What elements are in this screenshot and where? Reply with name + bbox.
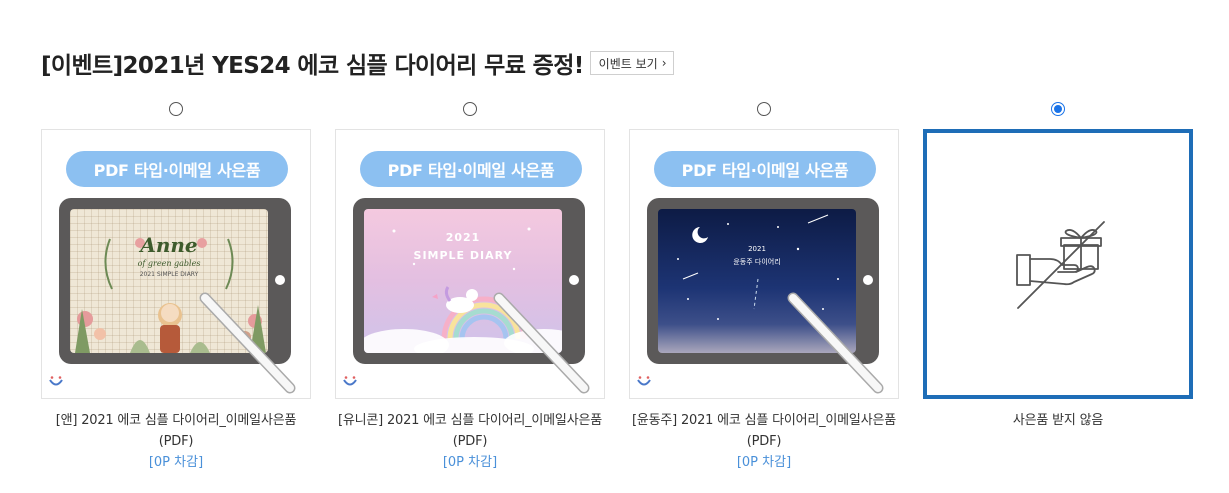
radio-selected-dot	[1054, 105, 1062, 113]
gift-option-yundongju: PDF 타입·이메일 사은품 2021 윤동주 다이어리 [윤동주] 2021 …	[629, 98, 899, 473]
gift-price: [0P 차감]	[736, 455, 792, 470]
gift-price: [0P 차감]	[442, 455, 498, 470]
no-gift-hand-icon	[1016, 221, 1105, 309]
diary-cover-title: Anne	[140, 233, 198, 257]
smile-logo-icon	[637, 376, 651, 386]
gift-thumbnail-anne[interactable]: PDF 타입·이메일 사은품 Anne of green gables 2021…	[41, 129, 311, 399]
gift-thumbnail-unicorn[interactable]: PDF 타입·이메일 사은품 2021 SIMPLE DIARY	[335, 129, 605, 399]
gift-banner: PDF 타입·이메일 사은품	[654, 151, 876, 187]
gift-banner: PDF 타입·이메일 사은품	[360, 151, 582, 187]
tablet-frame: 2021 SIMPLE DIARY	[353, 198, 585, 364]
gift-thumbnail-none[interactable]	[923, 129, 1193, 399]
gift-radio-unicorn[interactable]	[463, 102, 477, 116]
diary-cover-anne: Anne of green gables 2021 SIMPLE DIARY	[70, 209, 268, 353]
page-title: [이벤트]2021년 YES24 에코 심플 다이어리 무료 증정!	[41, 53, 584, 79]
tablet-home-button	[863, 275, 873, 285]
gift-radio-anne[interactable]	[169, 102, 183, 116]
diary-cover-line: 2021 SIMPLE DIARY	[139, 271, 199, 278]
gift-radio-none[interactable]	[1051, 102, 1065, 116]
gift-banner: PDF 타입·이메일 사은품	[66, 151, 288, 187]
tablet-home-button	[275, 275, 285, 285]
diary-cover-title: 2021	[748, 245, 766, 253]
tablet-frame: 2021 윤동주 다이어리	[647, 198, 879, 364]
gift-option-none: 사은품 받지 않음	[923, 98, 1193, 473]
smile-logo-icon	[343, 376, 357, 386]
diary-cover-subtitle: of green gables	[137, 259, 201, 268]
diary-cover-yundongju: 2021 윤동주 다이어리	[658, 209, 856, 353]
diary-cover-title: 2021	[445, 231, 481, 244]
gift-price: [0P 차감]	[148, 455, 204, 470]
smile-logo-icon	[49, 376, 63, 386]
diary-cover-subtitle: 윤동주 다이어리	[733, 258, 781, 266]
gift-radio-yundongju[interactable]	[757, 102, 771, 116]
gift-options: PDF 타입·이메일 사은품 Anne of green gables 2021…	[41, 98, 1193, 473]
gift-thumbnail-yundongju[interactable]: PDF 타입·이메일 사은품 2021 윤동주 다이어리	[629, 129, 899, 399]
gift-caption: [앤] 2021 에코 심플 다이어리_이메일사은품(PDF)	[55, 413, 297, 449]
gift-caption: [유니콘] 2021 에코 심플 다이어리_이메일사은품(PDF)	[338, 413, 602, 449]
chevron-right-icon: ›	[661, 56, 667, 70]
tablet-home-button	[569, 275, 579, 285]
view-event-button[interactable]: 이벤트 보기 ›	[589, 51, 674, 75]
event-header: [이벤트]2021년 YES24 에코 심플 다이어리 무료 증정! 이벤트 보…	[41, 46, 674, 80]
diary-cover-subtitle: SIMPLE DIARY	[413, 249, 513, 262]
diary-cover-unicorn: 2021 SIMPLE DIARY	[364, 209, 562, 353]
gift-option-unicorn: PDF 타입·이메일 사은품 2021 SIMPLE DIARY [유니콘] 2…	[335, 98, 605, 473]
gift-option-anne: PDF 타입·이메일 사은품 Anne of green gables 2021…	[41, 98, 311, 473]
gift-caption: 사은품 받지 않음	[1012, 413, 1104, 428]
view-event-button-label: 이벤트 보기	[598, 56, 658, 71]
gift-caption: [윤동주] 2021 에코 심플 다이어리_이메일사은품(PDF)	[632, 413, 896, 449]
tablet-frame: Anne of green gables 2021 SIMPLE DIARY	[59, 198, 291, 364]
